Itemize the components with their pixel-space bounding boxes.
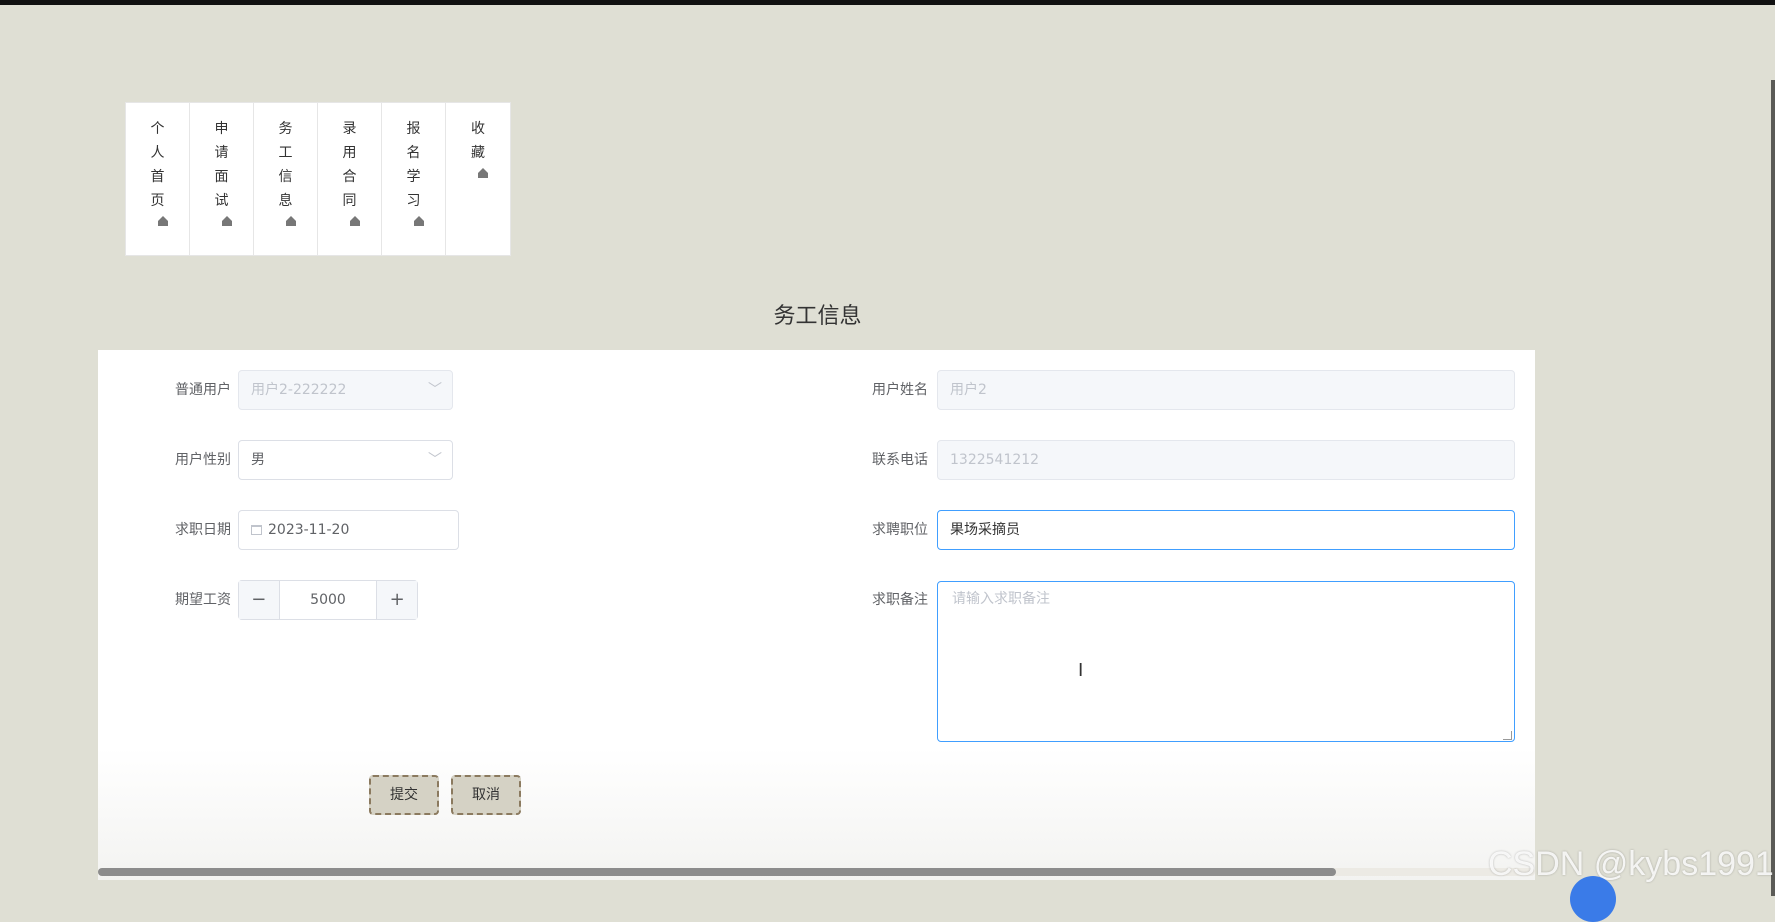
phone-input-placeholder: 1322541212 — [950, 452, 1040, 468]
nav-item-3[interactable]: 录用合同 — [318, 103, 382, 255]
nav-item-label: 务工信息 — [278, 121, 293, 209]
home-icon — [157, 216, 168, 226]
cancel-button[interactable]: 取消 — [451, 775, 521, 815]
nav-item-1[interactable]: 申请面试 — [190, 103, 254, 255]
horizontal-scrollbar-thumb[interactable] — [98, 868, 1336, 876]
increase-button[interactable]: + — [376, 581, 417, 619]
decrease-button[interactable]: − — [239, 581, 280, 619]
nav-item-2[interactable]: 务工信息 — [254, 103, 318, 255]
submit-button[interactable]: 提交 — [369, 775, 439, 815]
user-select[interactable]: 用户2-222222 ﹀ — [238, 370, 453, 410]
nav-item-label: 申请面试 — [214, 121, 229, 209]
home-icon — [285, 216, 296, 226]
home-icon — [349, 216, 360, 226]
nav-item-label: 收藏 — [471, 121, 485, 161]
page-title: 务工信息 — [773, 304, 862, 329]
gender-select[interactable]: 男 ﹀ — [238, 440, 453, 480]
remark-textarea[interactable]: 请输入求职备注 — [937, 581, 1515, 742]
date-label: 求职日期 — [175, 522, 231, 538]
name-input-placeholder: 用户2 — [950, 382, 987, 398]
home-icon — [221, 216, 232, 226]
top-nav: 个人首页 申请面试 务工信息 录用合同 报名学习 收藏 — [125, 102, 511, 256]
floating-action-button[interactable] — [1570, 876, 1616, 922]
phone-input[interactable]: 1322541212 — [937, 440, 1515, 480]
nav-item-label: 个人首页 — [150, 121, 165, 209]
date-picker-value: 2023-11-20 — [268, 522, 350, 538]
salary-stepper: − 5000 + — [238, 580, 418, 620]
watermark: CSDN @kybs1991 — [1488, 845, 1774, 883]
user-label: 普通用户 — [175, 382, 231, 398]
name-label: 用户姓名 — [872, 382, 928, 398]
gender-label: 用户性别 — [175, 452, 231, 468]
nav-item-4[interactable]: 报名学习 — [382, 103, 446, 255]
nav-item-label: 报名学习 — [406, 121, 421, 209]
date-picker[interactable]: 2023-11-20 — [238, 510, 459, 550]
window-top-bar — [0, 0, 1775, 5]
salary-value[interactable]: 5000 — [280, 581, 377, 619]
text-cursor-icon: I — [1078, 660, 1084, 681]
calendar-icon — [251, 525, 262, 535]
remark-placeholder: 请输入求职备注 — [952, 591, 1050, 607]
remark-label: 求职备注 — [872, 592, 928, 608]
user-select-value: 用户2-222222 — [251, 382, 347, 398]
chevron-down-icon: ﹀ — [428, 382, 442, 398]
chevron-down-icon: ﹀ — [428, 452, 442, 468]
salary-label: 期望工资 — [175, 592, 231, 608]
nav-item-label: 录用合同 — [342, 121, 357, 209]
name-input[interactable]: 用户2 — [937, 370, 1515, 410]
phone-label: 联系电话 — [872, 452, 928, 468]
position-label: 求聘职位 — [872, 522, 928, 538]
gender-select-value: 男 — [251, 452, 265, 468]
form-panel: 普通用户 用户2-222222 ﹀ 用户姓名 用户2 用户性别 男 ﹀ 联系电话… — [98, 350, 1535, 880]
home-icon — [478, 168, 488, 178]
nav-item-0[interactable]: 个人首页 — [126, 103, 190, 255]
position-input[interactable]: 果场采摘员 — [937, 510, 1515, 550]
resize-handle-icon — [1503, 731, 1512, 740]
window-right-edge — [1771, 80, 1775, 896]
nav-item-5[interactable]: 收藏 — [446, 103, 510, 255]
home-icon — [413, 216, 424, 226]
position-input-value: 果场采摘员 — [950, 522, 1020, 538]
